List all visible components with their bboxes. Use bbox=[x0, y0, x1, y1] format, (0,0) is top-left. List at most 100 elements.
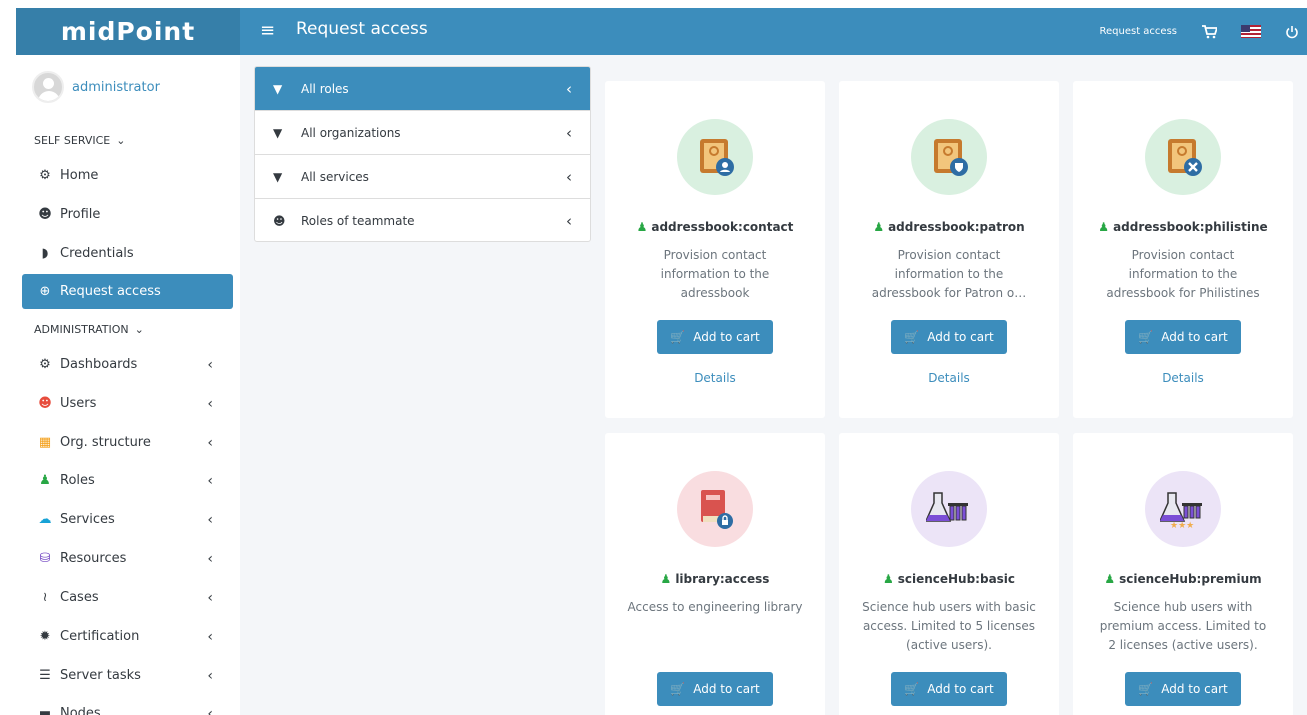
us-flag-icon[interactable] bbox=[1241, 25, 1261, 38]
details-link[interactable]: Details bbox=[605, 371, 825, 385]
sidebar-item-org-structure[interactable]: ▦ Org. structure ‹ bbox=[22, 425, 233, 460]
add-to-cart-button[interactable]: 🛒 Add to cart bbox=[891, 672, 1007, 706]
add-to-cart-button[interactable]: 🛒 Add to cart bbox=[657, 320, 773, 354]
administration-label: ADMINISTRATION bbox=[34, 323, 129, 336]
sidebar-item-label: Dashboards bbox=[60, 357, 138, 372]
sidebar-item-label: Certification bbox=[60, 629, 140, 644]
dashboard-icon: ⚙ bbox=[39, 168, 51, 183]
cart-icon[interactable] bbox=[1201, 24, 1217, 39]
role-card: ♟ addressbook:patron Provision contact inf… bbox=[839, 81, 1059, 418]
role-name-text: addressbook:patron bbox=[888, 220, 1025, 234]
add-to-cart-button[interactable]: 🛒 Add to cart bbox=[891, 320, 1007, 354]
role-name[interactable]: ♟ scienceHub:premium bbox=[1073, 572, 1293, 586]
addressbook-icon bbox=[677, 119, 753, 195]
user-panel[interactable]: administrator bbox=[32, 71, 160, 103]
sidebar-item-label: Org. structure bbox=[60, 435, 151, 450]
chevron-left-icon: ‹ bbox=[566, 79, 572, 98]
role-name[interactable]: ♟ addressbook:philistine bbox=[1073, 220, 1293, 234]
role-name[interactable]: ♟ addressbook:patron bbox=[839, 220, 1059, 234]
chevron-left-icon: ‹ bbox=[207, 628, 213, 645]
role-name[interactable]: ♟ scienceHub:basic bbox=[839, 572, 1059, 586]
chevron-left-icon: ‹ bbox=[207, 705, 213, 715]
sidebar-item-profile[interactable]: ☻ Profile bbox=[22, 197, 233, 232]
filter-roles-of-teammate[interactable]: ☻ Roles of teammate ‹ bbox=[255, 199, 590, 241]
sidebar-item-cases[interactable]: ≀ Cases ‹ bbox=[22, 580, 233, 615]
description-line: access. Limited to 5 licenses bbox=[862, 619, 1036, 633]
role-icon: ♟ bbox=[882, 572, 894, 586]
role-name-text: addressbook:contact bbox=[651, 220, 794, 234]
filter-all-services[interactable]: ▼ All services ‹ bbox=[255, 155, 590, 199]
cases-icon: ≀ bbox=[42, 590, 48, 605]
filter-icon: ▼ bbox=[273, 81, 283, 96]
add-to-cart-button[interactable]: 🛒 Add to cart bbox=[657, 672, 773, 706]
sidebar-item-dashboards[interactable]: ⚙ Dashboards ‹ bbox=[22, 347, 233, 382]
top-right-menu: Request access bbox=[1100, 8, 1300, 55]
description-line: adressbook bbox=[680, 286, 750, 300]
role-icon: ♟ bbox=[660, 572, 672, 586]
sidebar-item-services[interactable]: ☁ Services ‹ bbox=[22, 502, 233, 537]
sidebar-item-users[interactable]: ☻ Users ‹ bbox=[22, 386, 233, 421]
sidebar-item-label: Home bbox=[60, 168, 99, 183]
sidebar-item-server-tasks[interactable]: ☰ Server tasks ‹ bbox=[22, 658, 233, 693]
sidebar-item-label: Services bbox=[60, 512, 115, 527]
role-icon: ♟ bbox=[1098, 220, 1110, 234]
chevron-left-icon: ‹ bbox=[207, 511, 213, 528]
role-name[interactable]: ♟ addressbook:contact bbox=[605, 220, 825, 234]
role-description: Access to engineering library bbox=[619, 598, 811, 617]
chevron-left-icon: ‹ bbox=[207, 434, 213, 451]
user-icon: ☻ bbox=[38, 207, 52, 222]
cart-icon: 🛒 bbox=[670, 682, 686, 696]
filter-all-roles[interactable]: ▼ All roles ‹ bbox=[255, 67, 590, 111]
chevron-down-icon: ⌄ bbox=[134, 323, 144, 336]
user-name[interactable]: administrator bbox=[72, 80, 160, 95]
dashboard-icon: ⚙ bbox=[39, 357, 51, 372]
filter-all-organizations[interactable]: ▼ All organizations ‹ bbox=[255, 111, 590, 155]
brand-logo[interactable]: midPoint bbox=[16, 8, 240, 55]
add-to-cart-label: Add to cart bbox=[1161, 682, 1228, 696]
addressbook-icon bbox=[1145, 119, 1221, 195]
lab-flask-icon bbox=[911, 471, 987, 547]
role-description: Provision contact information to the adres… bbox=[619, 246, 811, 303]
sidebar-item-resources[interactable]: ⛁ Resources ‹ bbox=[22, 541, 233, 576]
role-card: ♟ addressbook:philistine Provision contac… bbox=[1073, 81, 1293, 418]
description-line: (active users). bbox=[906, 638, 992, 652]
users-icon: ☻ bbox=[273, 214, 286, 228]
sidebar-item-certification[interactable]: ✹ Certification ‹ bbox=[22, 619, 233, 654]
details-link[interactable]: Details bbox=[839, 371, 1059, 385]
hamburger-icon[interactable]: ≡ bbox=[260, 20, 275, 41]
filter-icon: ▼ bbox=[273, 125, 283, 140]
details-link[interactable]: Details bbox=[1073, 371, 1293, 385]
sidebar-item-request-access[interactable]: ⊕ Request access bbox=[22, 274, 233, 309]
filter-panel: ▼ All roles ‹ ▼ All organizations ‹ ▼ All ser… bbox=[254, 66, 591, 242]
filter-label: All roles bbox=[301, 81, 349, 96]
sidebar-item-nodes[interactable]: ▬ Nodes ‹ bbox=[22, 696, 233, 715]
sidebar: administrator SELF SERVICE ⌄ ⚙ Home ☻ Prof… bbox=[16, 55, 240, 715]
self-service-label: SELF SERVICE bbox=[34, 134, 111, 147]
chevron-left-icon: ‹ bbox=[566, 123, 572, 142]
self-service-header[interactable]: SELF SERVICE ⌄ bbox=[34, 134, 125, 147]
description-line: Access to engineering library bbox=[627, 600, 803, 614]
sidebar-item-label: Server tasks bbox=[60, 668, 141, 683]
role-card: ♟ addressbook:contact Provision contact in… bbox=[605, 81, 825, 418]
top-navbar: midPoint ≡ Request access Request access bbox=[16, 8, 1307, 55]
add-to-cart-label: Add to cart bbox=[693, 330, 760, 344]
description-line: information to the bbox=[660, 267, 770, 281]
role-icon: ♟ bbox=[636, 220, 648, 234]
chevron-left-icon: ‹ bbox=[207, 589, 213, 606]
sidebar-item-credentials[interactable]: ◗ Credentials bbox=[22, 236, 233, 271]
description-line: 2 licenses (active users). bbox=[1108, 638, 1258, 652]
svg-text:★★★: ★★★ bbox=[1170, 521, 1194, 529]
power-icon[interactable] bbox=[1285, 25, 1299, 39]
add-to-cart-button[interactable]: 🛒 Add to cart bbox=[1125, 320, 1241, 354]
sidebar-item-roles[interactable]: ♟ Roles ‹ bbox=[22, 463, 233, 498]
administration-header[interactable]: ADMINISTRATION ⌄ bbox=[34, 323, 144, 336]
add-to-cart-button[interactable]: 🛒 Add to cart bbox=[1125, 672, 1241, 706]
request-access-link[interactable]: Request access bbox=[1100, 26, 1178, 37]
chevron-left-icon: ‹ bbox=[207, 356, 213, 373]
chevron-left-icon: ‹ bbox=[566, 212, 572, 230]
role-name[interactable]: ♟ library:access bbox=[605, 572, 825, 586]
role-description: Science hub users with premium access. Li… bbox=[1087, 598, 1279, 655]
database-icon: ⛁ bbox=[39, 551, 51, 566]
sidebar-item-home[interactable]: ⚙ Home bbox=[22, 158, 233, 193]
cloud-icon: ☁ bbox=[38, 512, 52, 527]
